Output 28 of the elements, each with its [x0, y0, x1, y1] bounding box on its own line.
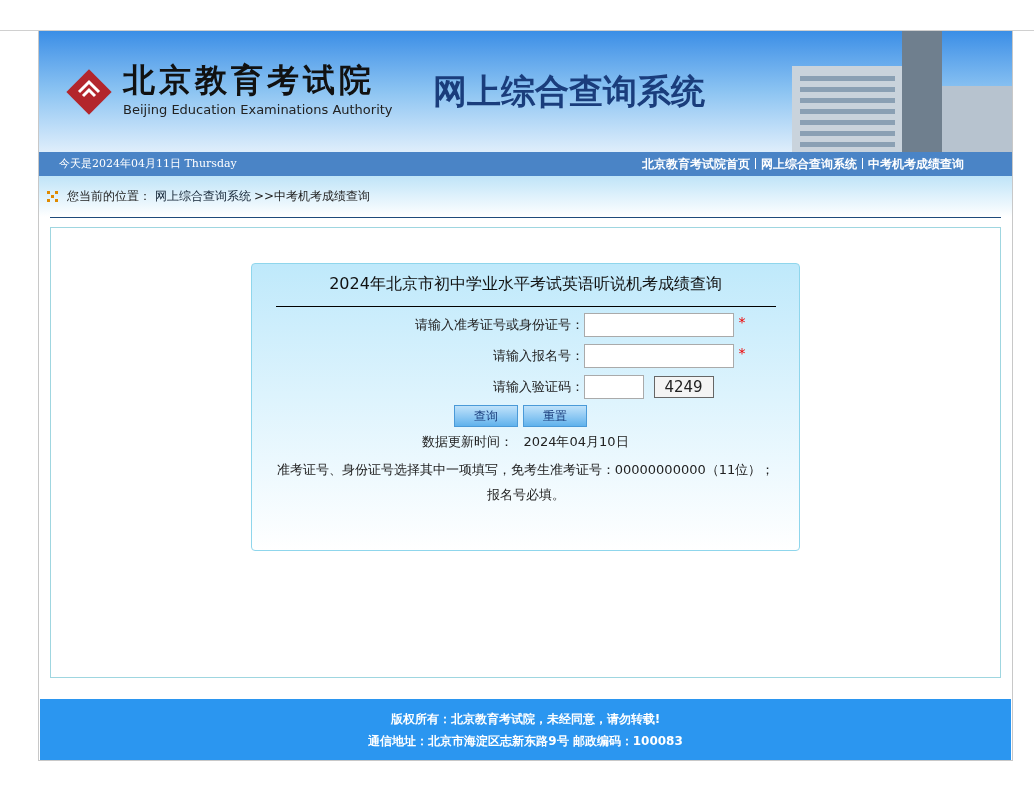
update-label: 数据更新时间：: [422, 432, 514, 451]
form-button[interactable]: 重置: [523, 404, 587, 427]
breadcrumb-current: >>中考机考成绩查询: [254, 188, 371, 206]
form-button[interactable]: 查询: [454, 404, 518, 427]
form-title: 2024年北京市初中学业水平考试英语听说机考成绩查询: [329, 272, 722, 295]
field-label: 请输入验证码：: [491, 378, 584, 397]
org-name-english: Beijing Education Examinations Authority: [123, 100, 393, 119]
input-field[interactable]: [583, 312, 734, 337]
breadcrumb-link[interactable]: 网上综合查询系统: [155, 187, 251, 206]
date-text: 今天是2024年04月11日 Thursday: [59, 155, 237, 172]
nav-link[interactable]: 中考机考成绩查询: [868, 154, 964, 173]
input-field[interactable]: [583, 343, 734, 368]
required-mark: *: [738, 312, 746, 332]
field-label: 请输入报名号：: [491, 347, 584, 366]
captcha-image: 4249: [653, 375, 714, 398]
field-label: 请输入准考证号或身份证号：: [413, 316, 584, 335]
location-icon: [47, 190, 58, 202]
footer-text: 通信地址：北京市海淀区志新东路9号 邮政编码：100083: [368, 732, 683, 750]
org-name: 北京教育考试院: [123, 63, 376, 96]
captcha-field[interactable]: [583, 374, 644, 399]
nav-link[interactable]: 北京教育考试院首页: [642, 154, 750, 173]
nav-link[interactable]: 网上综合查询系统: [761, 154, 857, 173]
footer-text: 版权所有：北京教育考试院，未经同意，请勿转载!: [390, 710, 661, 728]
instruction-text: 准考证号、身份证号选择其中一项填写，免考生准考证号：00000000000（11位）；报名号必填。: [275, 461, 776, 505]
system-title: 网上综合查询系统: [432, 70, 705, 113]
update-date: 2024年04月10日: [523, 432, 629, 451]
required-mark: *: [738, 343, 746, 363]
breadcrumb-label: 您当前的位置：: [67, 188, 151, 206]
